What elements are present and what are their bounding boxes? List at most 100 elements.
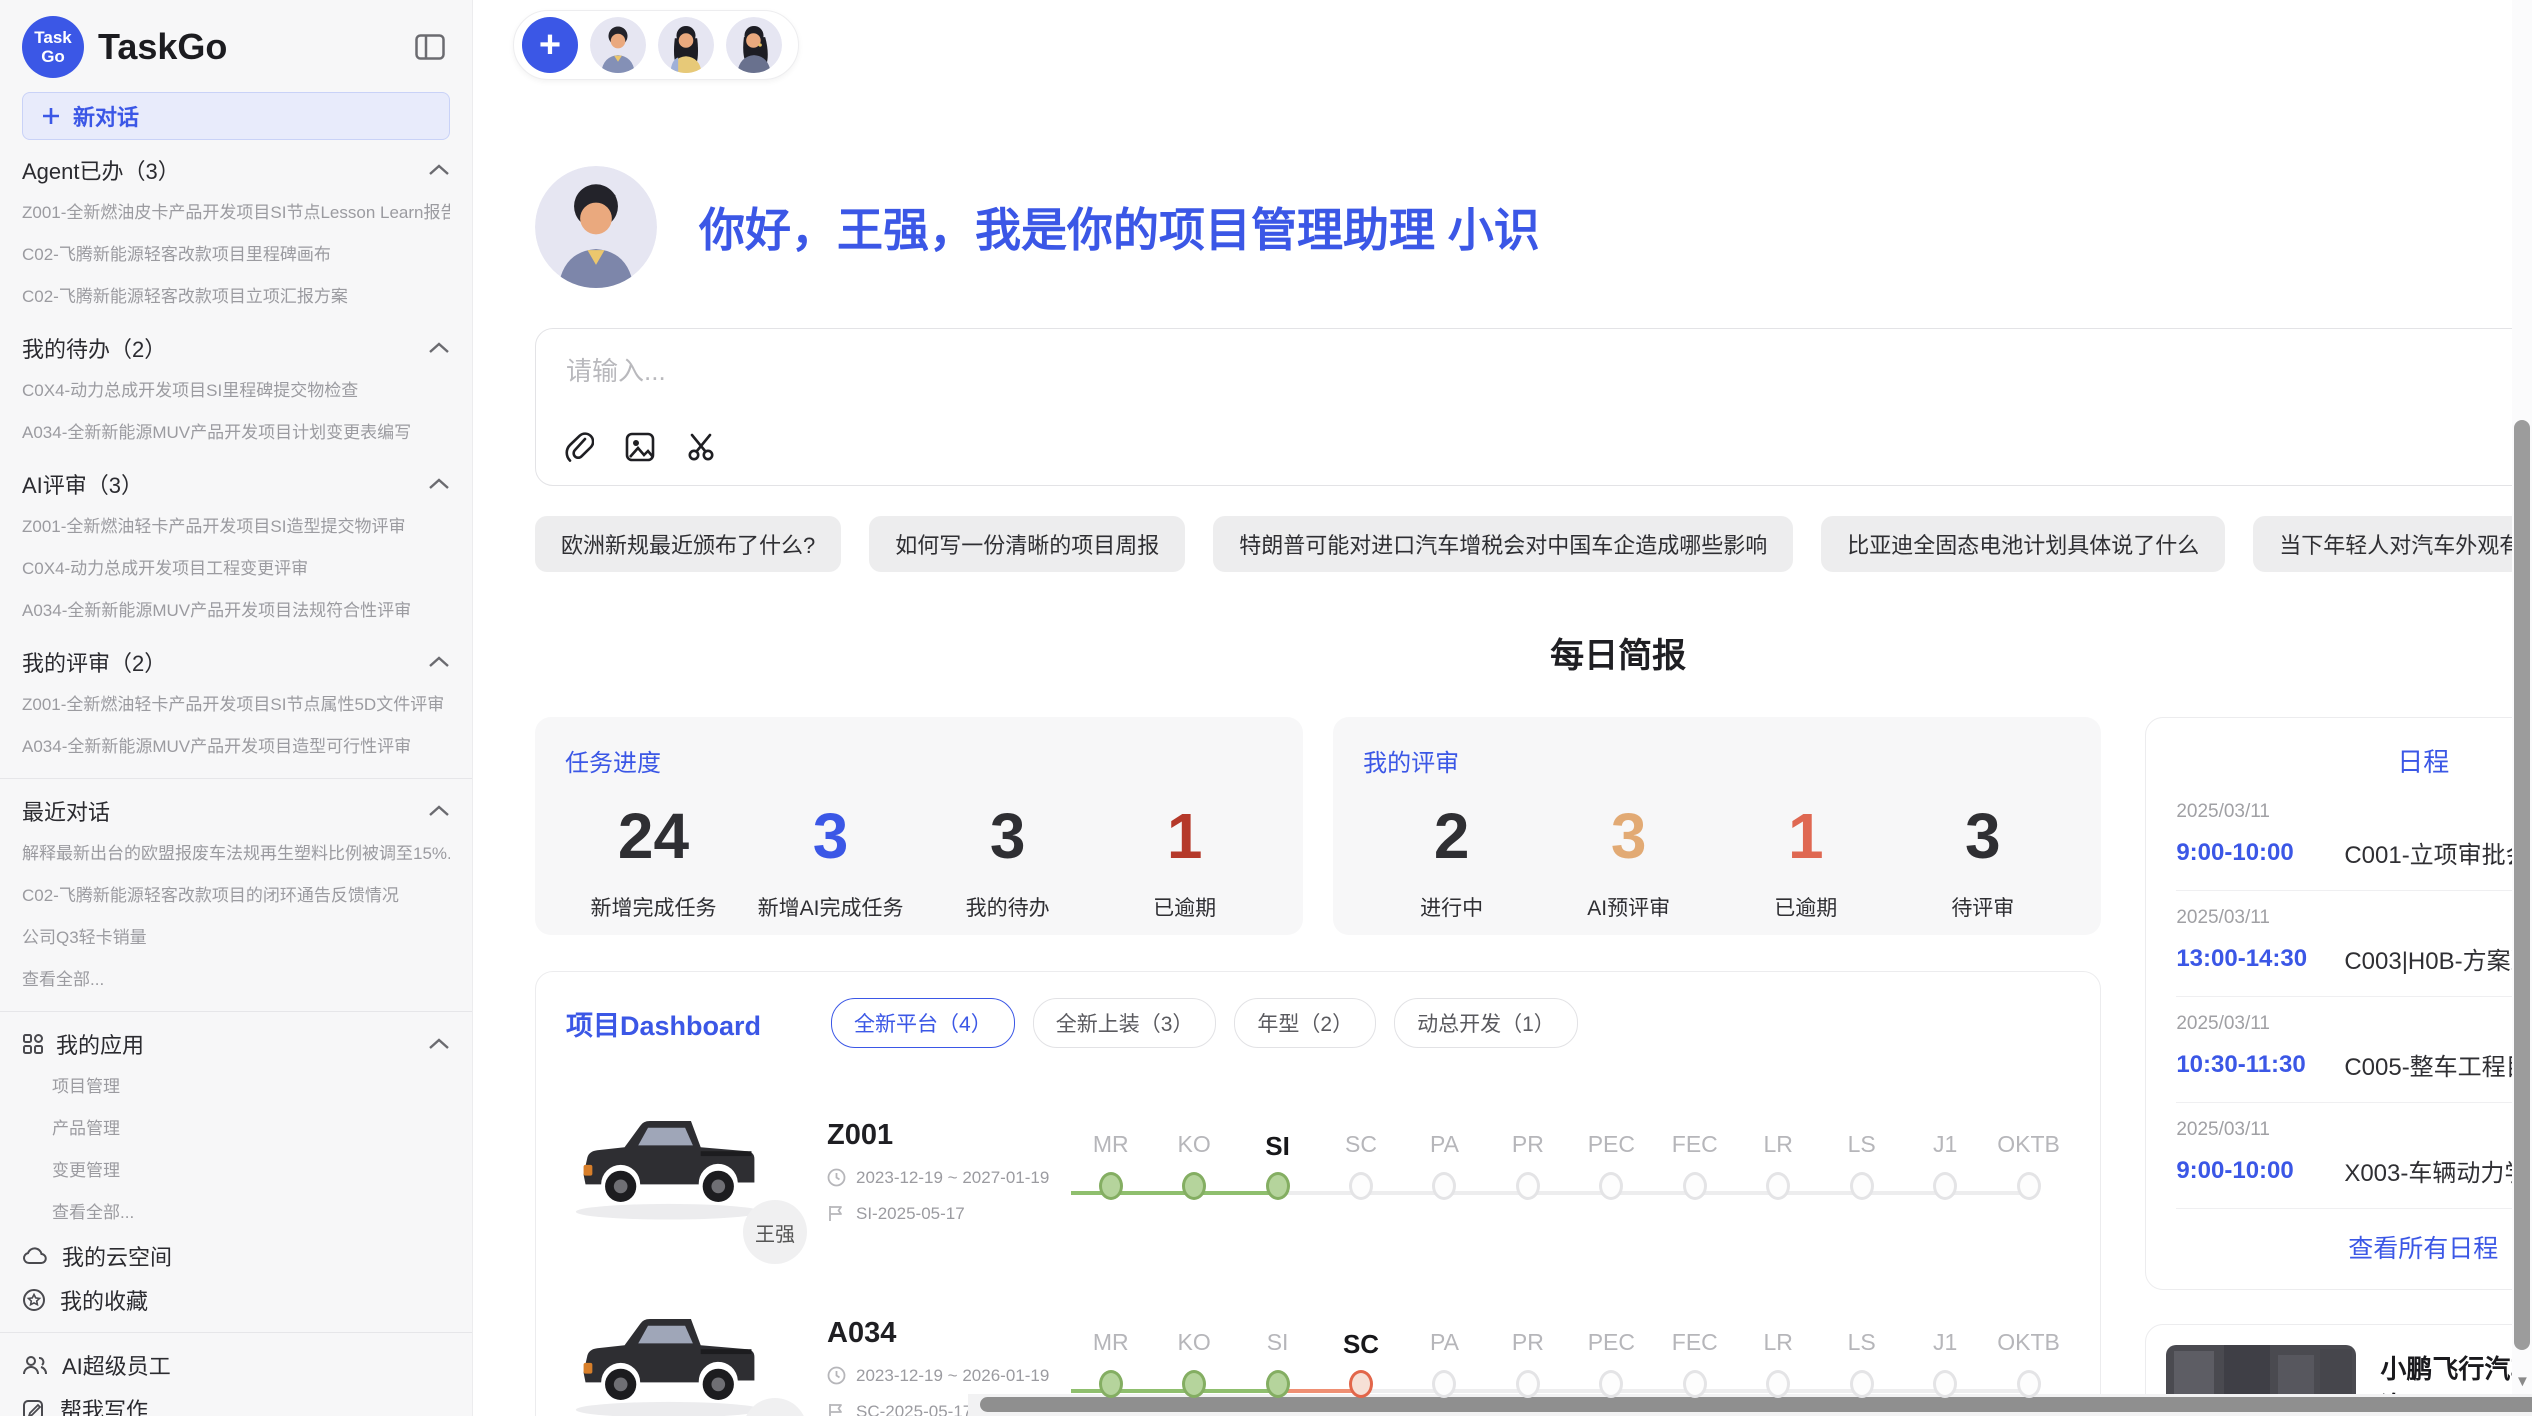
chat-input[interactable]	[564, 349, 2360, 409]
list-item[interactable]: 产品管理	[22, 1108, 450, 1150]
list-item[interactable]: C02-飞腾新能源轻客改款项目里程碑画布	[22, 234, 450, 276]
image-icon[interactable]	[624, 431, 656, 463]
agent-avatar-1[interactable]	[590, 17, 646, 73]
agent-avatar-3[interactable]	[726, 17, 782, 73]
chevron-up-icon[interactable]	[428, 804, 450, 818]
section-header[interactable]: 我的待办（2）	[22, 326, 450, 370]
dashboard-tab[interactable]: 全新上装（3）	[1033, 998, 1217, 1048]
milestone-node	[1933, 1370, 1957, 1398]
scroll-down-arrow-icon[interactable]: ▼	[2515, 1373, 2530, 1390]
list-item[interactable]: C02-飞腾新能源轻客改款项目立项汇报方案	[22, 276, 450, 318]
suggestion-chip[interactable]: 如何写一份清晰的项目周报	[869, 516, 1185, 572]
list-item[interactable]: 解释最新出台的欧盟报废车法规再生塑料比例被调至15%...	[22, 833, 450, 875]
date-range-text: 2023-12-19 ~ 2027-01-19	[856, 1168, 1049, 1188]
chevron-up-icon[interactable]	[428, 655, 450, 669]
cloud-icon	[22, 1245, 48, 1267]
dashboard-tab[interactable]: 全新平台（4）	[831, 998, 1015, 1048]
project-code: A034	[827, 1317, 1069, 1350]
stat: 3 我的待办	[919, 796, 1096, 922]
milestone: J1	[1903, 1131, 1986, 1218]
milestone-node	[1432, 1172, 1456, 1200]
milestone-label: FEC	[1653, 1329, 1736, 1365]
section-header[interactable]: 最近对话	[22, 789, 450, 833]
list-item[interactable]: Z001-全新燃油轻卡产品开发项目SI造型提交物评审	[22, 506, 450, 548]
sidebar-item-cloud[interactable]: 我的云空间	[22, 1234, 450, 1278]
chevron-up-icon[interactable]	[428, 477, 450, 491]
agent-avatar-2[interactable]	[658, 17, 714, 73]
list-item[interactable]: 查看全部...	[22, 959, 450, 1001]
section-header[interactable]: 我的应用	[22, 1022, 450, 1066]
collapse-sidebar-icon[interactable]	[410, 30, 450, 64]
chevron-up-icon[interactable]	[428, 1037, 450, 1051]
section-label: AI评审（3）	[22, 468, 428, 500]
sidebar-section: Agent已办（3）Z001-全新燃油皮卡产品开发项目SI节点Lesson Le…	[22, 148, 450, 318]
sidebar-tool[interactable]: 帮我写作	[22, 1387, 450, 1416]
dashboard-tab[interactable]: 动总开发（1）	[1394, 998, 1578, 1048]
list-item[interactable]: Z001-全新燃油轻卡产品开发项目SI节点属性5D文件评审	[22, 684, 450, 726]
chevron-up-icon[interactable]	[428, 341, 450, 355]
milestone-node	[1266, 1172, 1290, 1200]
milestone-node	[1182, 1172, 1206, 1200]
schedule-item: 2025/03/119:00-10:00C001-立项审批会加入	[2176, 785, 2532, 891]
stat: 1已逾期	[1717, 796, 1894, 922]
section-header[interactable]: AI评审（3）	[22, 462, 450, 506]
schedule-item: 2025/03/1113:00-14:30C003|H0B-方案冻结评审加入	[2176, 891, 2532, 997]
list-item[interactable]: C0X4-动力总成开发项目工程变更评审	[22, 548, 450, 590]
milestone-node-area	[1987, 1172, 2070, 1218]
stat-card-title: 任务进度	[565, 743, 1273, 778]
date-range-text: 2023-12-19 ~ 2026-01-19	[856, 1366, 1049, 1386]
daily-brief-title: 每日简报	[1550, 637, 1686, 675]
timeline-connector	[1778, 1389, 1861, 1393]
list-item[interactable]: A034-全新新能源MUV产品开发项目法规符合性评审	[22, 590, 450, 632]
suggestion-chip[interactable]: 当下年轻人对汽车外观有怎样的喜好趋势	[2253, 516, 2532, 572]
add-agent-button[interactable]: +	[522, 17, 578, 73]
new-chat-button[interactable]: 新对话	[22, 92, 450, 140]
stat: 24新增完成任务	[565, 796, 742, 922]
stat: 3AI预评审	[1540, 796, 1717, 922]
sidebar-tool[interactable]: AI超级员工	[22, 1343, 450, 1387]
suggestion-chip[interactable]: 欧洲新规最近颁布了什么?	[535, 516, 841, 572]
list-item[interactable]: 变更管理	[22, 1150, 450, 1192]
schedule-date: 2025/03/11	[2176, 1119, 2532, 1141]
schedule-time: 13:00-14:30	[2176, 945, 2344, 973]
stat-label: 我的待办	[919, 892, 1096, 922]
vertical-scrollbar-thumb[interactable]	[2514, 420, 2530, 1350]
chevron-up-icon[interactable]	[428, 163, 450, 177]
milestone: LS	[1820, 1131, 1903, 1218]
dashboard-tab[interactable]: 年型（2）	[1234, 998, 1376, 1048]
horizontal-scrollbar[interactable]: ▶	[968, 1394, 2532, 1416]
schedule-row: 9:00-10:00C001-立项审批会加入	[2176, 835, 2532, 870]
stat-value: 3	[919, 796, 1096, 876]
section-header[interactable]: Agent已办（3）	[22, 148, 450, 192]
list-item[interactable]: C02-飞腾新能源轻客改款项目的闭环通告反馈情况	[22, 875, 450, 917]
milestone-node	[1266, 1370, 1290, 1398]
stats-row: 2进行中3AI预评审1已逾期3待评审	[1363, 796, 2071, 922]
view-all-schedule-link[interactable]: 查看所有日程	[2176, 1209, 2532, 1271]
list-item[interactable]: A034-全新新能源MUV产品开发项目计划变更表编写	[22, 412, 450, 454]
vertical-scrollbar[interactable]: ▼	[2512, 0, 2532, 1394]
scissors-icon[interactable]	[686, 431, 718, 463]
stat-card-title: 我的评审	[1363, 743, 2071, 778]
horizontal-scrollbar-thumb[interactable]	[980, 1397, 2532, 1412]
list-item[interactable]: 查看全部...	[22, 1192, 450, 1234]
milestone-node	[1349, 1370, 1373, 1398]
suggestion-chip[interactable]: 特朗普可能对进口汽车增税会对中国车企造成哪些影响	[1213, 516, 1793, 572]
list-item[interactable]: C0X4-动力总成开发项目SI里程碑提交物检查	[22, 370, 450, 412]
timeline-connector	[1611, 1191, 1694, 1195]
project-code: Z001	[827, 1119, 1069, 1152]
list-item[interactable]: 公司Q3轻卡销量	[22, 917, 450, 959]
milestone-node-area	[1737, 1172, 1820, 1218]
schedule-title-text: C003|H0B-方案冻结评审	[2344, 941, 2532, 976]
sidebar: Task Go TaskGo 新对话 Agent已办（3）Z001-全新燃油皮卡…	[0, 0, 473, 1416]
project-row[interactable]: 王强Z0012023-12-19 ~ 2027-01-19SI-2025-05-…	[566, 1096, 2070, 1246]
list-item[interactable]: 项目管理	[22, 1066, 450, 1108]
list-item[interactable]: Z001-全新燃油皮卡产品开发项目SI节点Lesson Learn报告	[22, 192, 450, 234]
dashboard-tabs: 全新平台（4） 全新上装（3） 年型（2） 动总开发（1）	[831, 998, 1578, 1048]
timeline-connector	[1945, 1389, 2028, 1393]
attachment-icon[interactable]	[564, 431, 594, 463]
milestone-label: FEC	[1653, 1131, 1736, 1167]
section-header[interactable]: 我的评审（2）	[22, 640, 450, 684]
suggestion-chip[interactable]: 比亚迪全固态电池计划具体说了什么	[1821, 516, 2225, 572]
sidebar-item-star-circle[interactable]: 我的收藏	[22, 1278, 450, 1322]
list-item[interactable]: A034-全新新能源MUV产品开发项目造型可行性评审	[22, 726, 450, 768]
